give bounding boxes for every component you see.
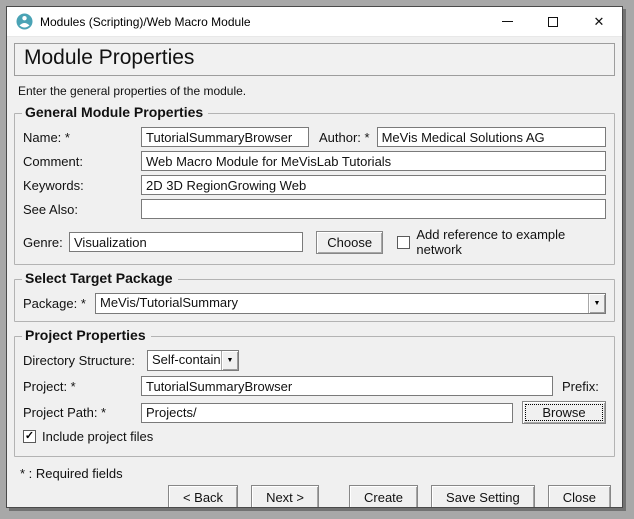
next-button[interactable]: Next > <box>251 485 319 507</box>
back-button[interactable]: < Back <box>168 485 238 507</box>
title-bar[interactable]: Modules (Scripting)/Web Macro Module ✕ <box>7 7 622 37</box>
row-project: Project: * Prefix: <box>23 376 606 396</box>
row-comment: Comment: <box>23 151 606 171</box>
page-title: Module Properties <box>24 46 605 70</box>
choose-genre-button[interactable]: Choose <box>316 231 383 254</box>
row-project-path: Project Path: * Browse <box>23 401 606 424</box>
close-dialog-button[interactable]: Close <box>548 485 611 507</box>
project-input[interactable] <box>141 376 553 396</box>
browse-button[interactable]: Browse <box>522 401 606 424</box>
project-label: Project: * <box>23 379 141 394</box>
author-label: Author: * <box>319 130 370 145</box>
row-keywords: Keywords: <box>23 175 606 195</box>
row-package: Package: * MeVis/TutorialSummary ▼ <box>23 293 606 314</box>
directory-structure-selected-value: Self-contained <box>148 351 221 370</box>
project-path-label: Project Path: * <box>23 405 141 420</box>
add-reference-checkbox[interactable] <box>397 236 410 249</box>
directory-structure-select[interactable]: Self-contained ▼ <box>147 350 239 371</box>
create-button[interactable]: Create <box>349 485 418 507</box>
required-fields-note: * : Required fields <box>20 466 609 481</box>
row-name-author: Name: * Author: * <box>23 127 606 147</box>
include-project-files-label: Include project files <box>42 429 153 444</box>
genre-input[interactable] <box>69 232 303 252</box>
dropdown-arrow-icon[interactable]: ▼ <box>221 351 238 370</box>
directory-structure-label: Directory Structure: <box>23 353 147 368</box>
row-see-also: See Also: <box>23 199 606 219</box>
row-directory-structure: Directory Structure: Self-contained ▼ <box>23 350 606 371</box>
package-select[interactable]: MeVis/TutorialSummary ▼ <box>95 293 606 314</box>
keywords-input[interactable] <box>141 175 606 195</box>
dropdown-arrow-icon[interactable]: ▼ <box>588 294 605 313</box>
name-label: Name: * <box>23 130 141 145</box>
group-title-project: Project Properties <box>22 327 151 343</box>
save-setting-button[interactable]: Save Setting <box>431 485 535 507</box>
window-title: Modules (Scripting)/Web Macro Module <box>40 15 251 29</box>
genre-label: Genre: <box>23 235 69 250</box>
wizard-button-row: < Back Next > Create Save Setting Close <box>14 481 615 507</box>
group-general-module-properties: General Module Properties Name: * Author… <box>14 113 615 265</box>
package-label: Package: * <box>23 296 95 311</box>
project-path-input[interactable] <box>141 403 513 423</box>
mevislab-logo-icon <box>16 13 33 30</box>
comment-label: Comment: <box>23 154 141 169</box>
see-also-input[interactable] <box>141 199 606 219</box>
group-select-target-package: Select Target Package Package: * MeVis/T… <box>14 279 615 322</box>
page-subtitle: Enter the general properties of the modu… <box>18 84 611 98</box>
group-title-package: Select Target Package <box>22 270 178 286</box>
close-button[interactable]: ✕ <box>576 7 622 36</box>
add-reference-label: Add reference to example network <box>416 227 606 257</box>
see-also-label: See Also: <box>23 202 141 217</box>
package-selected-value: MeVis/TutorialSummary <box>96 294 588 313</box>
prefix-label: Prefix: <box>562 379 606 394</box>
maximize-button[interactable] <box>530 7 576 36</box>
module-wizard-dialog: Modules (Scripting)/Web Macro Module ✕ M… <box>6 6 623 508</box>
name-input[interactable] <box>141 127 309 147</box>
minimize-button[interactable] <box>484 7 530 36</box>
page-header: Module Properties <box>14 43 615 76</box>
group-title-general: General Module Properties <box>22 104 208 120</box>
keywords-label: Keywords: <box>23 178 141 193</box>
author-input[interactable] <box>377 127 606 147</box>
row-genre: Genre: Choose Add reference to example n… <box>23 227 606 257</box>
row-include-project-files: ✓ Include project files <box>23 429 606 444</box>
include-project-files-checkbox[interactable]: ✓ <box>23 430 36 443</box>
comment-input[interactable] <box>141 151 606 171</box>
dialog-content: Module Properties Enter the general prop… <box>7 37 622 507</box>
group-project-properties: Project Properties Directory Structure: … <box>14 336 615 457</box>
